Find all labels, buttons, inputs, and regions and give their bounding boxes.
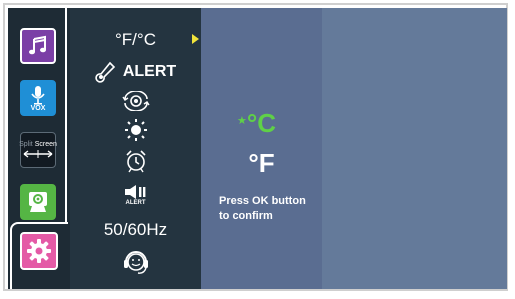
gear-icon	[27, 239, 51, 263]
celsius-label: °C	[246, 107, 277, 138]
camera-icon	[29, 192, 47, 212]
split-screen-icon	[23, 150, 53, 158]
music-note-icon	[29, 35, 46, 55]
fahrenheit-label: °F	[248, 147, 275, 178]
confirm-hint: Press OK button to confirm	[219, 195, 306, 222]
temperature-unit-label: °F/°C	[115, 30, 156, 49]
menu-item-sound-alert[interactable]: ALERT	[70, 180, 201, 210]
split-screen-label: Split Screen	[19, 141, 57, 148]
camera-rotate-icon	[121, 91, 150, 111]
app-sidebar: VOX Split Screen	[8, 8, 70, 289]
sidebar-divider	[65, 8, 67, 224]
menu-item-talk[interactable]	[70, 248, 201, 276]
alert-label: ALERT	[122, 63, 177, 80]
vox-label: VOX	[30, 104, 46, 112]
thermometer-icon	[95, 61, 115, 83]
monitor-screen: VOX Split Screen °F/°C ALERT ALERT 50/60…	[8, 8, 507, 289]
background-area	[322, 8, 507, 289]
settings-app-button[interactable]	[20, 232, 58, 270]
menu-item-alarm[interactable]	[70, 148, 201, 174]
headset-icon	[123, 251, 148, 274]
menu-item-frequency[interactable]: 50/60Hz	[70, 218, 201, 242]
alarm-clock-icon	[125, 150, 146, 173]
vox-app-button[interactable]: VOX	[20, 80, 56, 116]
music-app-button[interactable]	[20, 28, 56, 64]
sound-alert-label: ALERT	[125, 200, 146, 206]
camera-app-button[interactable]	[20, 184, 56, 220]
split-screen-app-button[interactable]: Split Screen	[19, 132, 57, 168]
menu-item-camera-rotate[interactable]	[70, 90, 201, 112]
menu-item-temperature-alert[interactable]: ALERT	[70, 60, 201, 84]
selection-arrow-icon	[192, 34, 199, 44]
frequency-label: 50/60Hz	[103, 220, 168, 239]
fahrenheit-option[interactable]: °F	[201, 146, 322, 180]
menu-item-brightness[interactable]	[70, 118, 201, 142]
selected-app-highlight	[10, 222, 68, 289]
speaker-alert-icon	[124, 185, 145, 199]
microphone-icon	[31, 85, 45, 105]
brightness-icon	[124, 119, 147, 141]
celsius-option[interactable]: °C	[201, 106, 322, 140]
menu-item-temperature-unit[interactable]: °F/°C	[70, 28, 201, 52]
